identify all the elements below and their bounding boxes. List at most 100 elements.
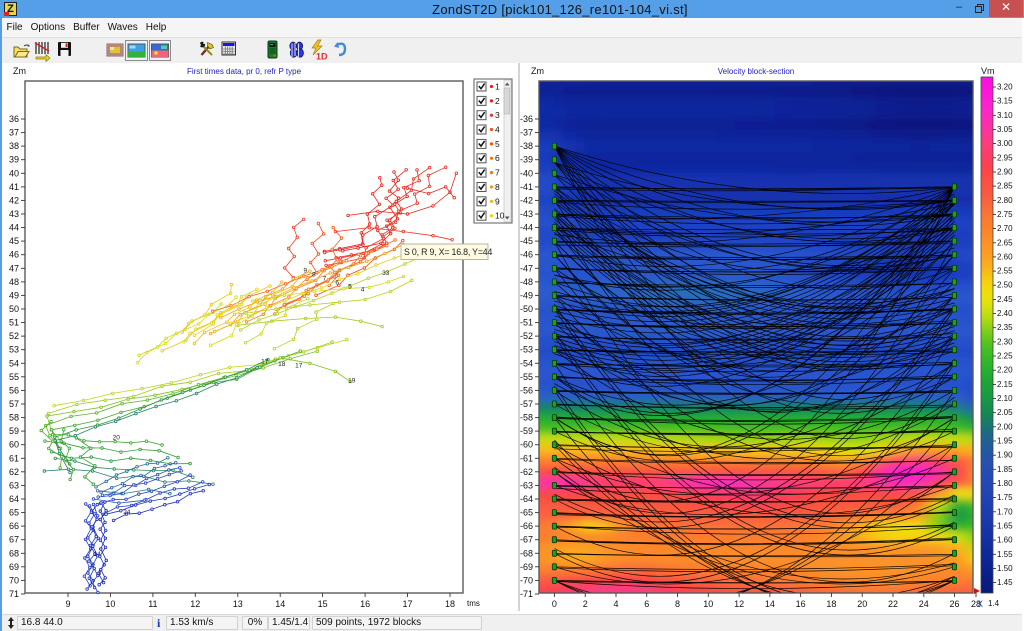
- svg-text:26: 26: [949, 599, 959, 609]
- svg-text:58: 58: [9, 413, 19, 423]
- svg-text:-64: -64: [520, 494, 533, 504]
- svg-text:2.70: 2.70: [997, 224, 1013, 233]
- svg-text:3.15: 3.15: [997, 97, 1013, 106]
- svg-text:2.80: 2.80: [997, 196, 1013, 205]
- svg-text:2.05: 2.05: [997, 408, 1013, 417]
- svg-text:1.75: 1.75: [997, 493, 1013, 502]
- svg-text:-71: -71: [520, 589, 533, 599]
- svg-text:-41: -41: [520, 182, 533, 192]
- svg-text:66: 66: [9, 521, 19, 531]
- svg-text:10: 10: [495, 211, 505, 221]
- svg-text:18: 18: [445, 599, 455, 609]
- svg-text:14: 14: [275, 599, 285, 609]
- svg-text:59: 59: [9, 426, 19, 436]
- svg-text:14: 14: [94, 551, 102, 558]
- svg-text:4: 4: [613, 599, 618, 609]
- svg-text:10: 10: [105, 599, 115, 609]
- svg-text:11: 11: [148, 599, 157, 609]
- svg-text:2: 2: [583, 599, 588, 609]
- svg-text:-70: -70: [520, 575, 533, 585]
- svg-text:0: 0: [552, 599, 557, 609]
- svg-text:-52: -52: [520, 331, 533, 341]
- svg-text:3.10: 3.10: [997, 111, 1013, 120]
- svg-text:9: 9: [495, 196, 500, 206]
- svg-text:5: 5: [495, 139, 500, 149]
- svg-text:60: 60: [9, 440, 19, 450]
- svg-text:1.95: 1.95: [997, 437, 1013, 446]
- svg-text:-47: -47: [520, 263, 533, 273]
- svg-text:tms: tms: [467, 599, 480, 608]
- svg-text:24: 24: [919, 599, 929, 609]
- svg-text:-49: -49: [520, 290, 533, 300]
- svg-text:8: 8: [312, 271, 316, 278]
- svg-text:-48: -48: [520, 277, 533, 287]
- svg-text:48: 48: [9, 277, 19, 287]
- svg-text:-67: -67: [520, 535, 533, 545]
- svg-text:-63: -63: [520, 480, 533, 490]
- svg-text:13: 13: [233, 599, 243, 609]
- svg-text:12: 12: [190, 599, 200, 609]
- svg-text:7: 7: [495, 168, 500, 178]
- svg-text:2.40: 2.40: [997, 309, 1013, 318]
- svg-text:42: 42: [9, 195, 19, 205]
- svg-text:71: 71: [9, 589, 19, 599]
- svg-text:Zm: Zm: [531, 66, 544, 76]
- svg-text:2.10: 2.10: [997, 394, 1013, 403]
- svg-text:3: 3: [98, 570, 102, 577]
- svg-text:33: 33: [382, 270, 390, 277]
- svg-text:1: 1: [495, 82, 500, 92]
- svg-text:61: 61: [9, 453, 19, 463]
- svg-text:20: 20: [857, 599, 867, 609]
- svg-text:1.80: 1.80: [997, 479, 1013, 488]
- svg-text:9: 9: [304, 267, 308, 274]
- svg-text:19: 19: [348, 377, 356, 384]
- svg-text:5: 5: [348, 284, 352, 291]
- svg-text:4: 4: [495, 125, 500, 135]
- svg-text:47: 47: [9, 263, 19, 273]
- svg-text:-62: -62: [520, 467, 533, 477]
- svg-text:70: 70: [9, 575, 19, 585]
- svg-text:2.95: 2.95: [997, 153, 1013, 162]
- svg-text:62: 62: [9, 467, 19, 477]
- svg-text:53: 53: [9, 345, 19, 355]
- svg-text:-50: -50: [520, 304, 533, 314]
- svg-text:2.45: 2.45: [997, 295, 1013, 304]
- svg-text:3.00: 3.00: [997, 139, 1013, 148]
- svg-text:38: 38: [9, 141, 19, 151]
- svg-text:-42: -42: [520, 195, 533, 205]
- svg-text:52: 52: [9, 331, 19, 341]
- svg-text:15: 15: [318, 599, 328, 609]
- svg-text:-46: -46: [520, 250, 533, 260]
- svg-text:First times data, pr 0, refr: First times data, pr 0, refr P type: [187, 67, 302, 76]
- svg-text:3.05: 3.05: [997, 125, 1013, 134]
- svg-text:3: 3: [495, 110, 500, 120]
- svg-text:-43: -43: [520, 209, 533, 219]
- svg-text:S 0, R 9, X= 16.8, Y=44: S 0, R 9, X= 16.8, Y=44: [404, 247, 492, 257]
- svg-text:43: 43: [9, 209, 19, 219]
- svg-text:22: 22: [888, 599, 898, 609]
- svg-text:6: 6: [495, 153, 500, 163]
- svg-text:40: 40: [9, 168, 19, 178]
- svg-text:-58: -58: [520, 413, 533, 423]
- svg-text:2.35: 2.35: [997, 323, 1013, 332]
- svg-text:56: 56: [9, 385, 19, 395]
- svg-text:57: 57: [9, 399, 19, 409]
- svg-text:Vm: Vm: [981, 66, 995, 76]
- svg-text:2.25: 2.25: [997, 352, 1013, 361]
- svg-text:1.90: 1.90: [997, 451, 1013, 460]
- svg-text:1.85: 1.85: [997, 465, 1013, 474]
- svg-text:2.85: 2.85: [997, 182, 1013, 191]
- svg-text:Velocity block-section: Velocity block-section: [718, 67, 794, 76]
- svg-text:68: 68: [9, 548, 19, 558]
- svg-text:-59: -59: [520, 426, 533, 436]
- svg-text:4: 4: [361, 286, 365, 293]
- svg-text:1.60: 1.60: [997, 536, 1013, 545]
- svg-text:2.90: 2.90: [997, 168, 1013, 177]
- svg-text:1.70: 1.70: [997, 507, 1013, 516]
- svg-text:8: 8: [675, 599, 680, 609]
- svg-text:-65: -65: [520, 508, 533, 518]
- svg-text:-53: -53: [520, 345, 533, 355]
- svg-text:3.20: 3.20: [997, 83, 1013, 92]
- svg-text:67: 67: [9, 535, 19, 545]
- svg-text:X: X: [977, 599, 983, 609]
